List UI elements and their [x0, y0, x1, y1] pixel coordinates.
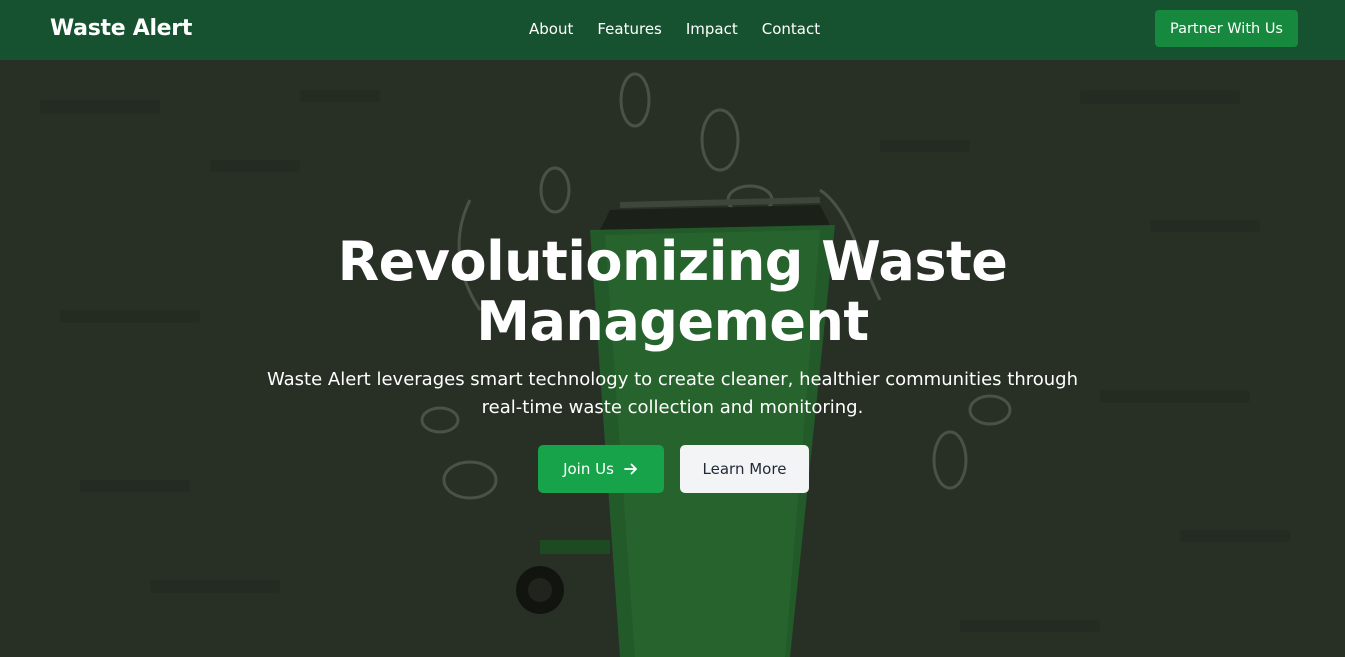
headline-line-2: Management: [476, 290, 869, 353]
join-us-button[interactable]: Join Us: [538, 445, 664, 493]
nav-link-about[interactable]: About: [529, 20, 573, 38]
nav-link-contact[interactable]: Contact: [762, 20, 820, 38]
hero-headline: Revolutionizing Waste Management: [0, 232, 1345, 352]
join-us-label: Join Us: [563, 460, 614, 478]
headline-line-1: Revolutionizing Waste: [337, 230, 1008, 293]
arrow-right-icon: [623, 461, 639, 477]
hero-subtitle: Waste Alert leverages smart technology t…: [266, 369, 1078, 418]
learn-more-button[interactable]: Learn More: [680, 445, 809, 493]
partner-with-us-button[interactable]: Partner With Us: [1155, 10, 1298, 47]
top-navbar: Waste Alert About Features Impact Contac…: [0, 0, 1345, 60]
nav-link-features[interactable]: Features: [597, 20, 662, 38]
nav-link-impact[interactable]: Impact: [686, 20, 738, 38]
brand-logo[interactable]: Waste Alert: [50, 16, 192, 41]
nav-links: About Features Impact Contact: [529, 20, 820, 38]
hero-content: Revolutionizing Waste Management Waste A…: [0, 60, 1345, 657]
